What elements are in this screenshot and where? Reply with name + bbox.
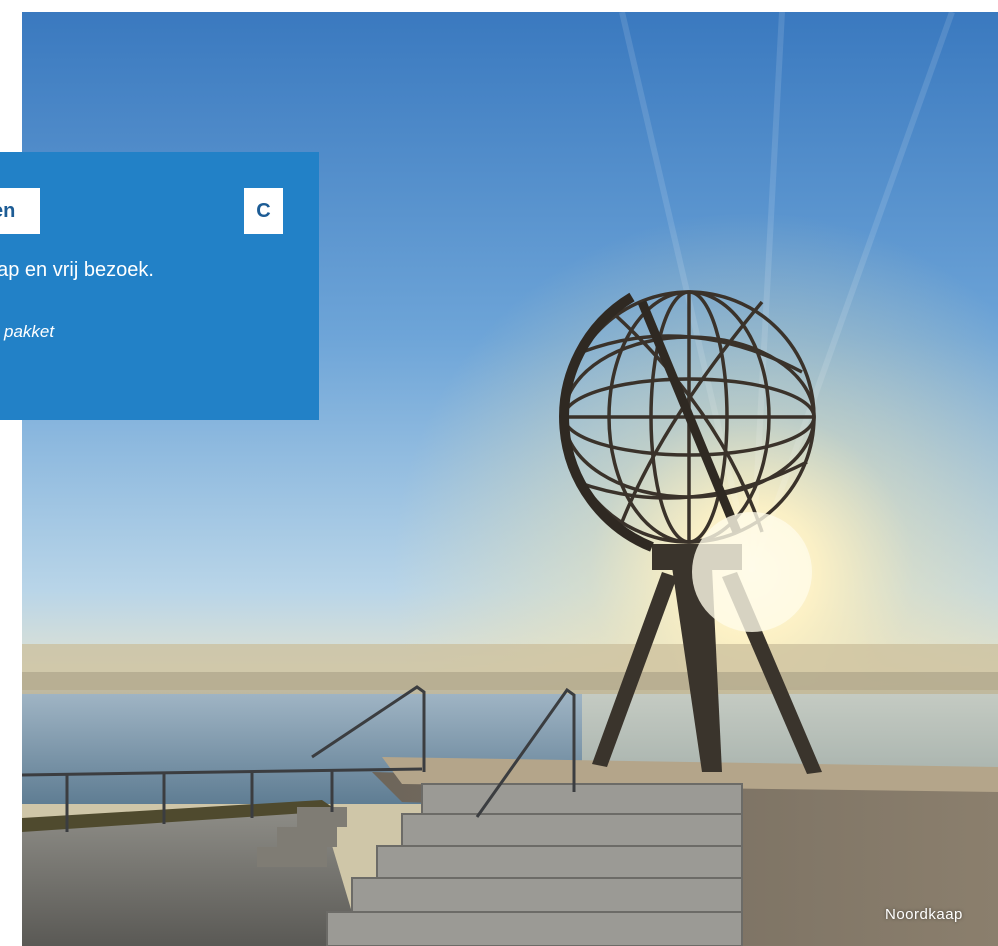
tag-label-left: en — [0, 188, 40, 234]
info-card: en C kaap en vrij bezoek. pakket — [0, 152, 319, 420]
card-description: kaap en vrij bezoek. — [0, 259, 154, 281]
tag-label-right: C — [244, 188, 283, 234]
page: en C kaap en vrij bezoek. pakket Noordka… — [0, 0, 998, 946]
photo-caption: Noordkaap — [885, 906, 963, 923]
card-subtitle: pakket — [4, 322, 55, 341]
